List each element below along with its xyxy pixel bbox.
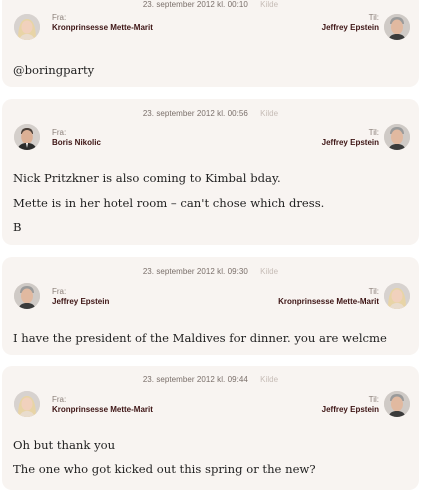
from-label: Fra: xyxy=(52,128,67,137)
message-line: Nick Pritzkner is also coming to Kimbal … xyxy=(13,171,281,185)
sender-avatar xyxy=(14,124,40,150)
message-date: 23. september 2012 kl. 00:56 xyxy=(142,109,248,118)
message-line: I have the president of the Maldives for… xyxy=(13,331,387,345)
message-feed: 23. september 2012 kl. 00:10 Kilde Fra: … xyxy=(0,0,421,499)
recipient-avatar xyxy=(384,14,410,40)
avatar-jeffrey-epstein-icon xyxy=(384,124,410,150)
recipient-name[interactable]: Kronprinsesse Mette-Marit xyxy=(278,297,379,307)
message-card: 23. september 2012 kl. 00:56 Kilde Fra: … xyxy=(2,99,419,245)
avatar-jeffrey-epstein-icon xyxy=(384,14,410,40)
recipient-avatar xyxy=(384,391,410,417)
source-link[interactable]: Kilde xyxy=(260,267,278,276)
sender-avatar xyxy=(14,391,40,417)
source-link[interactable]: Kilde xyxy=(260,109,278,118)
message-meta: 23. september 2012 kl. 09:44 Kilde xyxy=(2,375,419,385)
to-label: Til: xyxy=(368,13,379,22)
sender-info: Fra: Kronprinsesse Mette-Marit xyxy=(52,13,153,33)
sender-info: Fra: Jeffrey Epstein xyxy=(52,287,109,307)
message-meta: 23. september 2012 kl. 09:30 Kilde xyxy=(2,267,419,277)
message-meta: 23. september 2012 kl. 00:56 Kilde xyxy=(2,109,419,119)
message-card: 23. september 2012 kl. 00:10 Kilde Fra: … xyxy=(2,0,419,87)
source-link[interactable]: Kilde xyxy=(260,375,278,384)
avatar-mette-marit-icon xyxy=(14,14,40,40)
message-line: The one who got kicked out this spring o… xyxy=(13,462,316,476)
message-card: 23. september 2012 kl. 09:30 Kilde Fra: … xyxy=(2,257,419,355)
source-link[interactable]: Kilde xyxy=(260,0,278,9)
from-label: Fra: xyxy=(52,13,67,22)
message-line: Oh but thank you xyxy=(13,438,116,452)
sender-name[interactable]: Boris Nikolic xyxy=(52,138,101,148)
avatar-jeffrey-epstein-icon xyxy=(384,391,410,417)
recipient-info: Til: Jeffrey Epstein xyxy=(322,13,379,33)
message-line: Mette is in her hotel room – can't chose… xyxy=(13,196,325,210)
message-date: 23. september 2012 kl. 00:10 xyxy=(142,0,248,9)
sender-info: Fra: Boris Nikolic xyxy=(52,128,101,148)
message-meta: 23. september 2012 kl. 00:10 Kilde xyxy=(2,0,419,10)
recipient-avatar xyxy=(384,283,410,309)
recipient-info: Til: Kronprinsesse Mette-Marit xyxy=(278,287,379,307)
to-label: Til: xyxy=(368,395,379,404)
recipient-name[interactable]: Jeffrey Epstein xyxy=(322,405,379,415)
message-card: 23. september 2012 kl. 09:44 Kilde Fra: … xyxy=(2,366,419,490)
sender-name[interactable]: Kronprinsesse Mette-Marit xyxy=(52,23,153,33)
from-label: Fra: xyxy=(52,287,67,296)
from-label: Fra: xyxy=(52,395,67,404)
avatar-jeffrey-epstein-icon xyxy=(14,283,40,309)
to-label: Til: xyxy=(368,128,379,137)
message-line: B xyxy=(13,220,22,234)
recipient-name[interactable]: Jeffrey Epstein xyxy=(322,23,379,33)
sender-name[interactable]: Jeffrey Epstein xyxy=(52,297,109,307)
sender-name[interactable]: Kronprinsesse Mette-Marit xyxy=(52,405,153,415)
recipient-avatar xyxy=(384,124,410,150)
sender-avatar xyxy=(14,14,40,40)
recipient-info: Til: Jeffrey Epstein xyxy=(322,128,379,148)
sender-avatar xyxy=(14,283,40,309)
avatar-boris-nikolic-icon xyxy=(14,124,40,150)
sender-info: Fra: Kronprinsesse Mette-Marit xyxy=(52,395,153,415)
recipient-info: Til: Jeffrey Epstein xyxy=(322,395,379,415)
message-line: @boringparty xyxy=(13,63,95,77)
message-date: 23. september 2012 kl. 09:30 xyxy=(142,267,248,276)
to-label: Til: xyxy=(368,287,379,296)
avatar-mette-marit-icon xyxy=(14,391,40,417)
message-date: 23. september 2012 kl. 09:44 xyxy=(142,375,248,384)
avatar-mette-marit-icon xyxy=(384,283,410,309)
recipient-name[interactable]: Jeffrey Epstein xyxy=(322,138,379,148)
